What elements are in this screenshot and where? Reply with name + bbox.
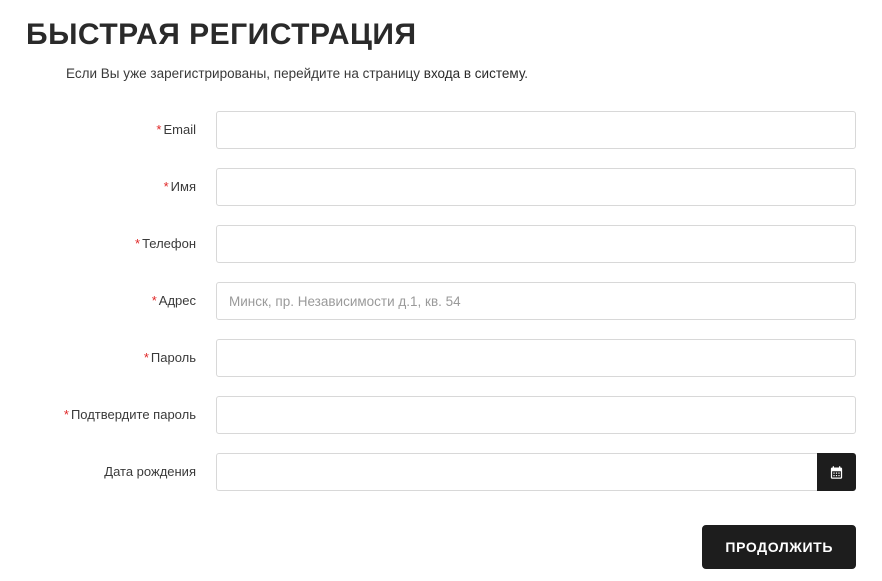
label-name: *Имя [26, 168, 216, 197]
login-link[interactable]: входа в систему [424, 66, 524, 81]
required-mark: * [135, 236, 140, 251]
row-dob: Дата рождения [26, 453, 856, 491]
row-password: *Пароль [26, 339, 856, 377]
label-password-text: Пароль [151, 350, 196, 365]
required-mark: * [64, 407, 69, 422]
row-confirm: *Подтвердите пароль [26, 396, 856, 434]
required-mark: * [164, 179, 169, 194]
name-field[interactable] [216, 168, 856, 206]
label-name-text: Имя [171, 179, 196, 194]
label-dob-text: Дата рождения [104, 464, 196, 479]
label-dob: Дата рождения [26, 453, 216, 482]
phone-field[interactable] [216, 225, 856, 263]
required-mark: * [144, 350, 149, 365]
email-field[interactable] [216, 111, 856, 149]
continue-button[interactable]: ПРОДОЛЖИТЬ [702, 525, 856, 569]
label-phone-text: Телефон [142, 236, 196, 251]
date-picker-button[interactable] [817, 453, 856, 491]
label-phone: *Телефон [26, 225, 216, 254]
required-mark: * [156, 122, 161, 137]
login-hint-suffix: . [524, 66, 528, 81]
label-email: *Email [26, 111, 216, 140]
row-email: *Email [26, 111, 856, 149]
label-confirm: *Подтвердите пароль [26, 396, 216, 425]
label-confirm-text: Подтвердите пароль [71, 407, 196, 422]
date-input-group [216, 453, 856, 491]
label-email-text: Email [163, 122, 196, 137]
row-name: *Имя [26, 168, 856, 206]
row-address: *Адрес [26, 282, 856, 320]
confirm-password-field[interactable] [216, 396, 856, 434]
label-password: *Пароль [26, 339, 216, 368]
address-field[interactable] [216, 282, 856, 320]
label-address-text: Адрес [159, 293, 196, 308]
login-hint-prefix: Если Вы уже зарегистрированы, перейдите … [66, 66, 424, 81]
required-mark: * [152, 293, 157, 308]
registration-form: *Email *Имя *Телефон *Адрес *Пароль [26, 111, 856, 569]
password-field[interactable] [216, 339, 856, 377]
form-actions: ПРОДОЛЖИТЬ [26, 525, 856, 569]
page-title: БЫСТРАЯ РЕГИСТРАЦИЯ [26, 18, 856, 52]
row-phone: *Телефон [26, 225, 856, 263]
label-address: *Адрес [26, 282, 216, 311]
calendar-icon [829, 465, 844, 480]
dob-field[interactable] [216, 453, 817, 491]
login-hint: Если Вы уже зарегистрированы, перейдите … [66, 66, 856, 81]
